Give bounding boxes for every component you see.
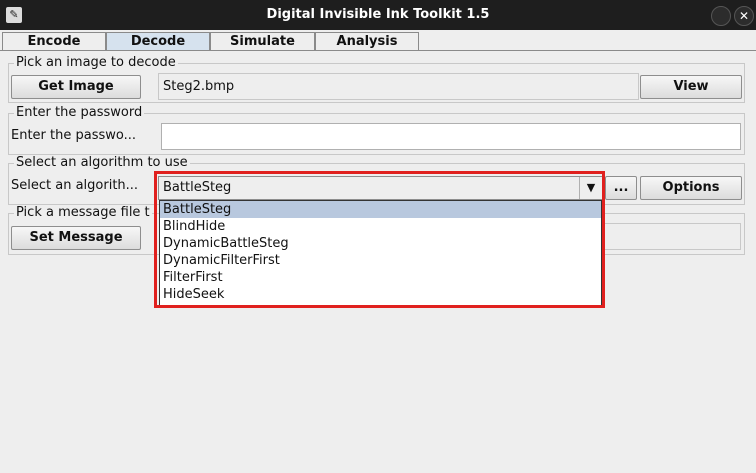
options-button[interactable]: Options: [640, 176, 742, 200]
tab-encode[interactable]: Encode: [2, 32, 106, 50]
tab-decode[interactable]: Decode: [106, 32, 210, 50]
close-icon[interactable]: ✕: [734, 6, 754, 26]
algorithm-more-button[interactable]: ...: [605, 176, 637, 200]
tab-divider: [0, 50, 756, 51]
get-image-button[interactable]: Get Image: [11, 75, 141, 99]
tab-simulate[interactable]: Simulate: [210, 32, 315, 50]
set-message-button[interactable]: Set Message: [11, 226, 141, 250]
window-titlebar: ✎ Digital Invisible Ink Toolkit 1.5 ✕: [0, 0, 756, 30]
password-group-title: Enter the password: [14, 105, 145, 120]
window-title: Digital Invisible Ink Toolkit 1.5: [266, 7, 490, 22]
image-group-title: Pick an image to decode: [14, 55, 178, 70]
message-group-title: Pick a message file t: [14, 205, 152, 220]
tab-bar: Encode Decode Simulate Analysis: [2, 32, 754, 50]
highlight-box: [154, 171, 605, 308]
tab-analysis[interactable]: Analysis: [315, 32, 419, 50]
view-button[interactable]: View: [640, 75, 742, 99]
image-filename-value: Steg2.bmp: [163, 79, 235, 94]
image-filename-field: Steg2.bmp: [158, 73, 639, 100]
password-label: Enter the passwo...: [11, 128, 137, 143]
algorithm-label: Select an algorith...: [11, 178, 139, 193]
algorithm-group-title: Select an algorithm to use: [14, 155, 190, 170]
message-file-field: [600, 223, 741, 250]
password-field[interactable]: [161, 123, 741, 150]
minimize-icon[interactable]: [711, 6, 731, 26]
